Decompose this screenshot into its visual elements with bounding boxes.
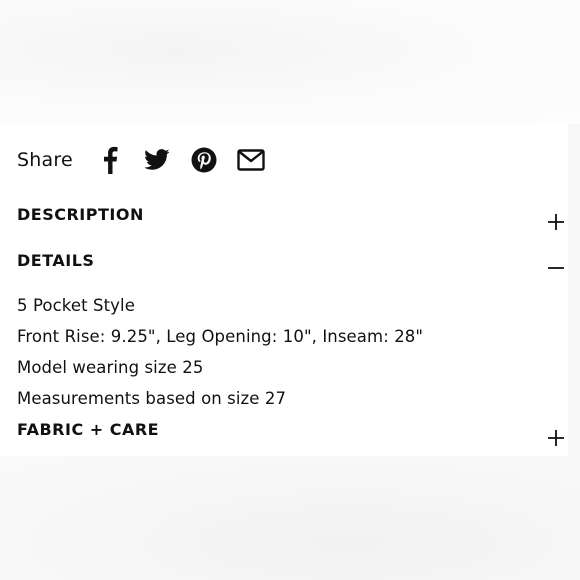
blurred-image-area bbox=[0, 456, 580, 580]
accordion-fabric-care[interactable]: FABRIC + CARE bbox=[17, 420, 568, 448]
accordion-title-fabric-care: FABRIC + CARE bbox=[17, 420, 160, 439]
accordion-title-description: DESCRIPTION bbox=[17, 205, 144, 224]
details-list: 5 Pocket Style Front Rise: 9.25", Leg Op… bbox=[17, 290, 423, 414]
blurred-image-area bbox=[0, 0, 580, 124]
facebook-icon[interactable] bbox=[95, 145, 125, 175]
twitter-icon[interactable] bbox=[142, 145, 172, 175]
plus-icon[interactable] bbox=[548, 214, 564, 230]
details-item: Front Rise: 9.25", Leg Opening: 10", Ins… bbox=[17, 327, 424, 346]
accordion-title-details: DETAILS bbox=[17, 251, 95, 270]
details-item: Measurements based on size 27 bbox=[17, 389, 287, 408]
accordion-description[interactable]: DESCRIPTION bbox=[17, 205, 568, 233]
product-page: Share DESCRIPTION DETAILS 5 Pocket Style… bbox=[0, 0, 580, 580]
share-label: Share bbox=[17, 149, 73, 171]
pinterest-icon[interactable] bbox=[189, 145, 219, 175]
share-row: Share bbox=[17, 142, 283, 178]
details-item: 5 Pocket Style bbox=[17, 296, 135, 315]
details-item: Model wearing size 25 bbox=[17, 358, 204, 377]
accordion-details[interactable]: DETAILS bbox=[17, 251, 568, 279]
email-icon[interactable] bbox=[236, 145, 266, 175]
plus-icon[interactable] bbox=[548, 430, 564, 446]
minus-icon[interactable] bbox=[548, 260, 564, 276]
